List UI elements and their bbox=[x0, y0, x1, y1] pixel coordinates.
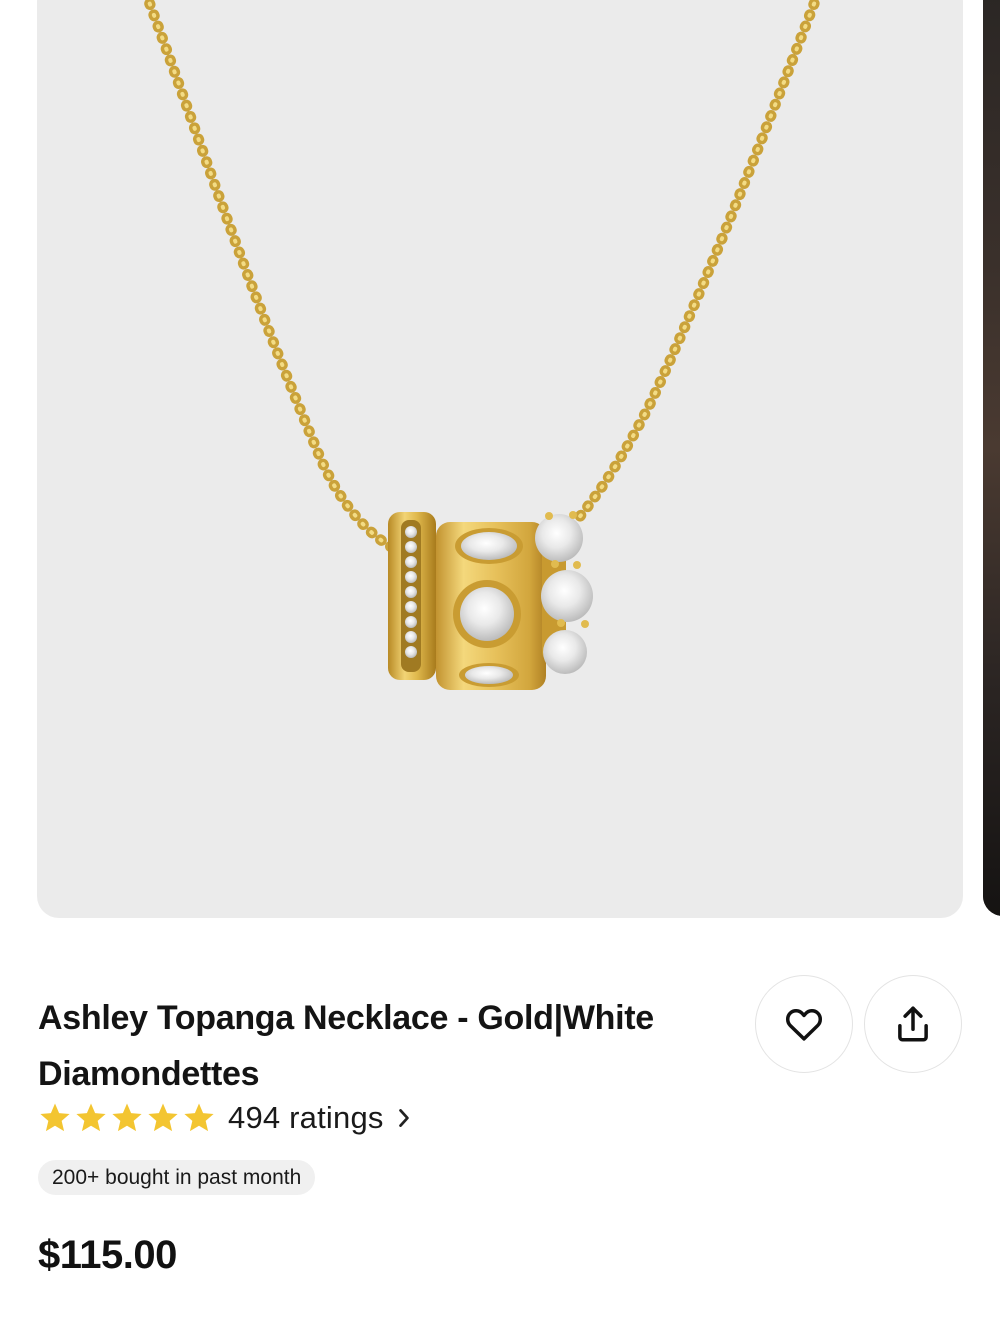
social-proof-badge: 200+ bought in past month bbox=[38, 1160, 316, 1195]
favorite-button[interactable] bbox=[755, 975, 853, 1073]
share-icon bbox=[898, 1006, 928, 1042]
star-icon bbox=[76, 1103, 106, 1132]
star-icon bbox=[40, 1103, 70, 1132]
star-rating bbox=[38, 1101, 216, 1135]
product-price: $115.00 bbox=[38, 1233, 177, 1277]
stone-ring bbox=[535, 511, 593, 674]
share-button[interactable] bbox=[864, 975, 962, 1073]
star-icon bbox=[112, 1103, 142, 1132]
product-title: Ashley Topanga Necklace - Gold|White Dia… bbox=[38, 999, 654, 1093]
heart-icon bbox=[785, 1008, 823, 1041]
next-product-image[interactable] bbox=[983, 0, 1000, 916]
model-photo-peek bbox=[983, 0, 1000, 916]
product-image-gallery[interactable] bbox=[0, 0, 1000, 920]
ratings-count-link[interactable]: 494 ratings bbox=[228, 1100, 384, 1136]
product-image[interactable] bbox=[37, 0, 963, 918]
chevron-right-icon bbox=[396, 1107, 412, 1129]
necklace-illustration bbox=[142, 0, 822, 690]
pave-ring bbox=[388, 512, 436, 680]
star-icon bbox=[148, 1103, 178, 1132]
bezel-ring bbox=[436, 522, 546, 690]
rating-summary[interactable]: 494 ratings bbox=[38, 1096, 412, 1140]
star-icon bbox=[184, 1103, 214, 1132]
